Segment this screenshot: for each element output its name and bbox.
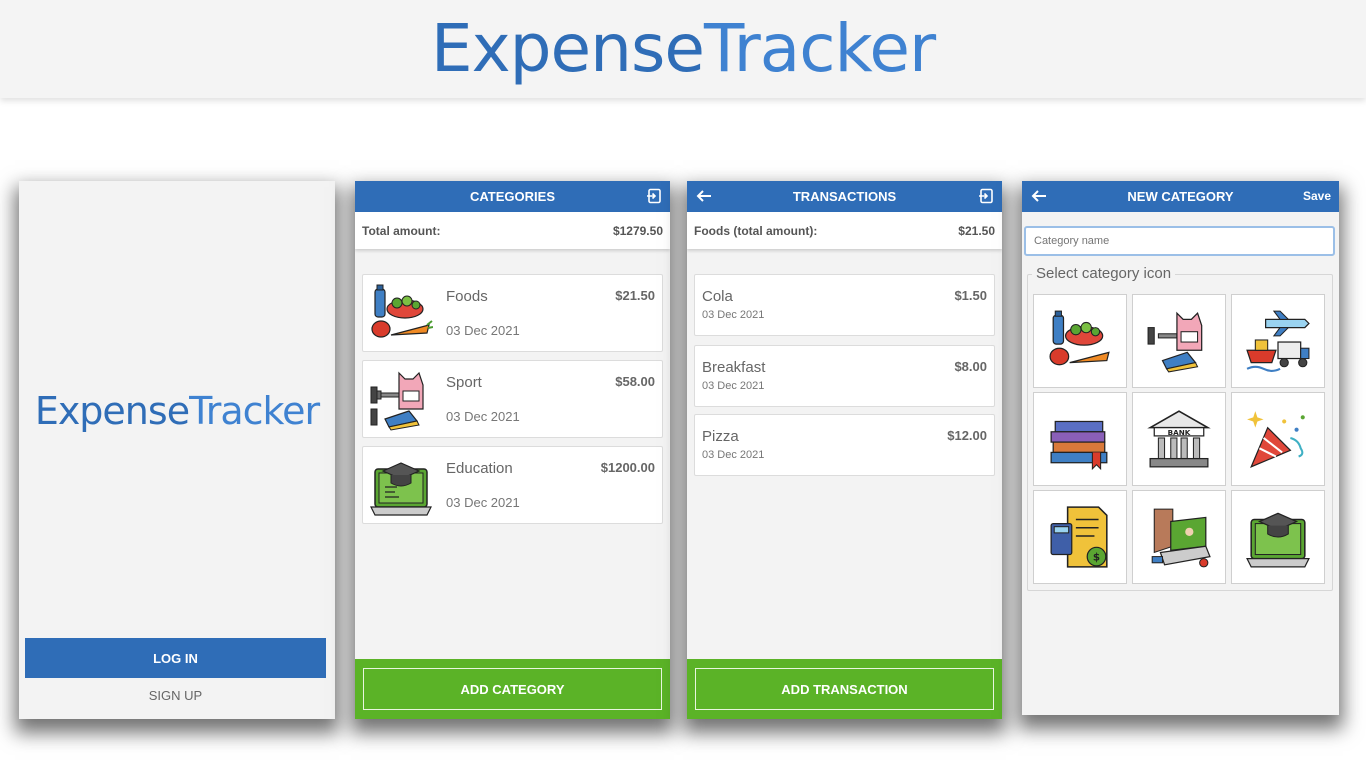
- icon-option-books[interactable]: [1033, 392, 1127, 486]
- transaction-amount: $12.00: [947, 428, 987, 443]
- icon-option-education[interactable]: [1231, 490, 1325, 584]
- categories-screen: CATEGORIES Total amount: $1279.50 Foods …: [355, 181, 670, 719]
- logo-text-expense: Expense: [34, 389, 190, 433]
- category-name: Education: [446, 460, 513, 477]
- transaction-name: Cola: [702, 288, 733, 305]
- add-transaction-button[interactable]: ADD TRANSACTION: [695, 668, 994, 710]
- transaction-name: Pizza: [702, 428, 739, 445]
- sport-icon: [370, 371, 424, 431]
- category-date: 03 Dec 2021: [446, 323, 520, 338]
- total-amount-bar: Total amount: $1279.50: [355, 212, 670, 249]
- icon-picker: BANK $: [1027, 274, 1333, 591]
- transaction-date: 03 Dec 2021: [702, 380, 765, 392]
- category-date: 03 Dec 2021: [446, 495, 520, 510]
- add-category-button[interactable]: ADD CATEGORY: [363, 668, 662, 710]
- logo-text-tracker: Tracker: [704, 10, 936, 87]
- add-transaction-bar: ADD TRANSACTION: [687, 659, 1002, 719]
- new-category-header: NEW CATEGORY Save: [1022, 181, 1339, 212]
- party-icon: [1247, 411, 1305, 469]
- logo-text-expense: Expense: [430, 10, 705, 87]
- total-label: Total amount:: [362, 223, 441, 238]
- page-title: TRANSACTIONS: [792, 189, 897, 204]
- app-logo: ExpenseTracker: [431, 16, 936, 82]
- education-icon: [370, 462, 432, 516]
- books-icon: [1050, 420, 1108, 471]
- transaction-date: 03 Dec 2021: [702, 309, 765, 321]
- back-arrow-icon[interactable]: [695, 187, 713, 208]
- foods-icon: [1049, 310, 1110, 366]
- category-amount: $58.00: [615, 374, 655, 389]
- total-value: $1279.50: [612, 223, 663, 238]
- icon-picker-legend: Select category icon: [1032, 265, 1176, 282]
- category-amount: $21.50: [615, 288, 655, 303]
- svg-text:BANK: BANK: [1168, 428, 1191, 437]
- total-amount-bar: Foods (total amount): $21.50: [687, 212, 1002, 249]
- category-amount: $1200.00: [600, 460, 655, 475]
- transaction-amount: $8.00: [954, 359, 987, 374]
- signup-link[interactable]: SIGN UP: [25, 688, 326, 703]
- icon-option-computer[interactable]: [1132, 490, 1226, 584]
- category-item-foods[interactable]: Foods $21.50 03 Dec 2021: [362, 274, 663, 352]
- logout-icon[interactable]: [978, 188, 994, 207]
- logout-icon[interactable]: [646, 188, 662, 207]
- back-arrow-icon[interactable]: [1030, 187, 1048, 208]
- top-banner: ExpenseTracker: [0, 0, 1366, 98]
- logo-text-tracker: Tracker: [189, 389, 320, 433]
- icon-option-bills[interactable]: $: [1033, 490, 1127, 584]
- transaction-item-breakfast[interactable]: Breakfast $8.00 03 Dec 2021: [694, 345, 995, 407]
- page-title: CATEGORIES: [470, 189, 555, 204]
- category-date: 03 Dec 2021: [446, 409, 520, 424]
- bank-icon: BANK: [1147, 410, 1211, 468]
- svg-text:$: $: [1093, 552, 1100, 564]
- icon-option-travel[interactable]: [1231, 294, 1325, 388]
- transactions-header: TRANSACTIONS: [687, 181, 1002, 212]
- sport-icon: [1147, 311, 1203, 373]
- computer-icon: [1151, 508, 1211, 568]
- new-category-screen: NEW CATEGORY Save Category name BANK $: [1022, 181, 1339, 715]
- page-title: NEW CATEGORY: [1127, 189, 1234, 204]
- foods-icon: [371, 284, 433, 338]
- icon-option-bank[interactable]: BANK: [1132, 392, 1226, 486]
- category-item-education[interactable]: Education $1200.00 03 Dec 2021: [362, 446, 663, 524]
- icon-option-sport[interactable]: [1132, 294, 1226, 388]
- transactions-screen: TRANSACTIONS Foods (total amount): $21.5…: [687, 181, 1002, 719]
- icon-option-foods[interactable]: [1033, 294, 1127, 388]
- category-name: Foods: [446, 288, 488, 305]
- transaction-item-pizza[interactable]: Pizza $12.00 03 Dec 2021: [694, 414, 995, 476]
- save-button[interactable]: Save: [1303, 189, 1331, 203]
- category-item-sport[interactable]: Sport $58.00 03 Dec 2021: [362, 360, 663, 438]
- category-name-input[interactable]: [1024, 226, 1335, 256]
- transaction-item-cola[interactable]: Cola $1.50 03 Dec 2021: [694, 274, 995, 336]
- categories-header: CATEGORIES: [355, 181, 670, 212]
- bills-icon: $: [1050, 506, 1108, 568]
- total-value: $21.50: [958, 223, 995, 238]
- transaction-amount: $1.50: [954, 288, 987, 303]
- transaction-name: Breakfast: [702, 359, 766, 376]
- login-logo: ExpenseTracker: [19, 389, 335, 433]
- category-name: Sport: [446, 374, 482, 391]
- transaction-date: 03 Dec 2021: [702, 449, 765, 461]
- login-button[interactable]: LOG IN: [25, 638, 326, 678]
- add-category-bar: ADD CATEGORY: [355, 659, 670, 719]
- icon-option-party[interactable]: [1231, 392, 1325, 486]
- education-icon: [1246, 512, 1310, 568]
- login-screen: ExpenseTracker LOG IN SIGN UP: [19, 181, 335, 719]
- travel-icon: [1246, 310, 1310, 372]
- total-label: Foods (total amount):: [694, 223, 818, 238]
